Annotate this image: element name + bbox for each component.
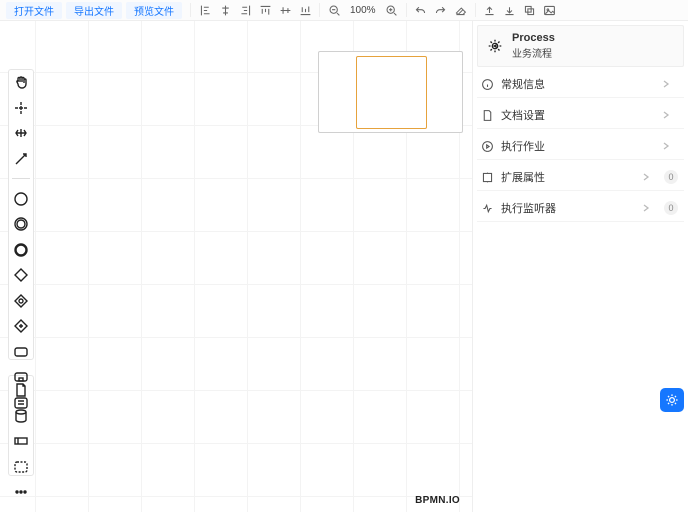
- listener-icon: [481, 202, 494, 215]
- data-object-icon[interactable]: [12, 381, 30, 399]
- align-right-icon[interactable]: [236, 1, 254, 19]
- gateway-complex-icon[interactable]: [12, 292, 30, 310]
- zoom-in-icon[interactable]: [383, 1, 401, 19]
- lasso-tool-icon[interactable]: [12, 99, 30, 117]
- upload-icon[interactable]: [481, 1, 499, 19]
- process-icon: [486, 37, 504, 55]
- zoom-percentage: 100%: [344, 5, 382, 16]
- section-label: 执行监听器: [501, 200, 641, 216]
- count-badge: 0: [664, 170, 678, 184]
- chevron-right-icon: [661, 79, 671, 89]
- intermediate-event-icon[interactable]: [12, 215, 30, 233]
- group-icon[interactable]: [12, 458, 30, 476]
- document-icon: [481, 109, 494, 122]
- count-badge: 0: [664, 201, 678, 215]
- hand-tool-icon[interactable]: [12, 73, 30, 91]
- chevron-right-icon: [661, 141, 671, 151]
- puzzle-icon: [481, 171, 494, 184]
- minimap[interactable]: [318, 51, 463, 133]
- info-icon: [481, 78, 494, 91]
- brand-label: BPMN.IO: [415, 495, 460, 506]
- tool-palette: [10, 73, 32, 412]
- properties-panel: Process 业务流程 常规信息 文档设置 执行作业 扩展属性 0: [472, 21, 688, 512]
- section-label: 执行作业: [501, 138, 661, 154]
- chevron-right-icon: [641, 203, 651, 213]
- redo-icon[interactable]: [432, 1, 450, 19]
- section-documentation[interactable]: 文档设置: [477, 102, 684, 129]
- undo-icon[interactable]: [412, 1, 430, 19]
- section-label: 扩展属性: [501, 169, 641, 185]
- download-icon[interactable]: [501, 1, 519, 19]
- erase-icon[interactable]: [452, 1, 470, 19]
- section-general[interactable]: 常规信息: [477, 71, 684, 98]
- top-toolbar: 打开文件 导出文件 预览文件 100%: [0, 0, 688, 21]
- section-extension-props[interactable]: 扩展属性 0: [477, 164, 684, 191]
- chevron-right-icon: [641, 172, 651, 182]
- canvas[interactable]: BPMN.IO: [0, 21, 472, 512]
- connect-tool-icon[interactable]: [12, 150, 30, 168]
- play-icon: [481, 140, 494, 153]
- chevron-right-icon: [661, 110, 671, 120]
- gateway-icon[interactable]: [12, 266, 30, 284]
- copy-icon[interactable]: [521, 1, 539, 19]
- element-type: Process: [512, 32, 555, 45]
- section-label: 常规信息: [501, 76, 661, 92]
- data-store-icon[interactable]: [12, 407, 30, 425]
- align-v-center-icon[interactable]: [276, 1, 294, 19]
- align-left-icon[interactable]: [196, 1, 214, 19]
- divider: [406, 3, 407, 17]
- pool-icon[interactable]: [12, 432, 30, 450]
- space-tool-icon[interactable]: [12, 124, 30, 142]
- tool-palette-2: [10, 381, 32, 501]
- image-icon[interactable]: [541, 1, 559, 19]
- align-h-center-icon[interactable]: [216, 1, 234, 19]
- settings-fab[interactable]: [660, 388, 684, 412]
- more-tools-icon[interactable]: [12, 483, 30, 501]
- zoom-out-icon[interactable]: [325, 1, 343, 19]
- divider: [319, 3, 320, 17]
- gateway-event-icon[interactable]: [12, 317, 30, 335]
- minimap-viewport[interactable]: [356, 56, 427, 129]
- section-jobs[interactable]: 执行作业: [477, 133, 684, 160]
- preview-file-button[interactable]: 预览文件: [126, 2, 182, 19]
- open-file-button[interactable]: 打开文件: [6, 2, 62, 19]
- divider: [475, 3, 476, 17]
- palette-separator: [12, 178, 30, 179]
- end-event-icon[interactable]: [12, 241, 30, 259]
- divider: [190, 3, 191, 17]
- section-listeners[interactable]: 执行监听器 0: [477, 195, 684, 222]
- main-area: BPMN.IO Process 业务流程 常规信息 文档设置: [0, 21, 688, 512]
- align-bottom-icon[interactable]: [296, 1, 314, 19]
- section-label: 文档设置: [501, 107, 661, 123]
- task-icon[interactable]: [12, 343, 30, 361]
- start-event-icon[interactable]: [12, 190, 30, 208]
- export-file-button[interactable]: 导出文件: [66, 2, 122, 19]
- gear-icon: [664, 392, 680, 408]
- element-name: 业务流程: [512, 45, 555, 60]
- align-top-icon[interactable]: [256, 1, 274, 19]
- element-header-card: Process 业务流程: [477, 25, 684, 67]
